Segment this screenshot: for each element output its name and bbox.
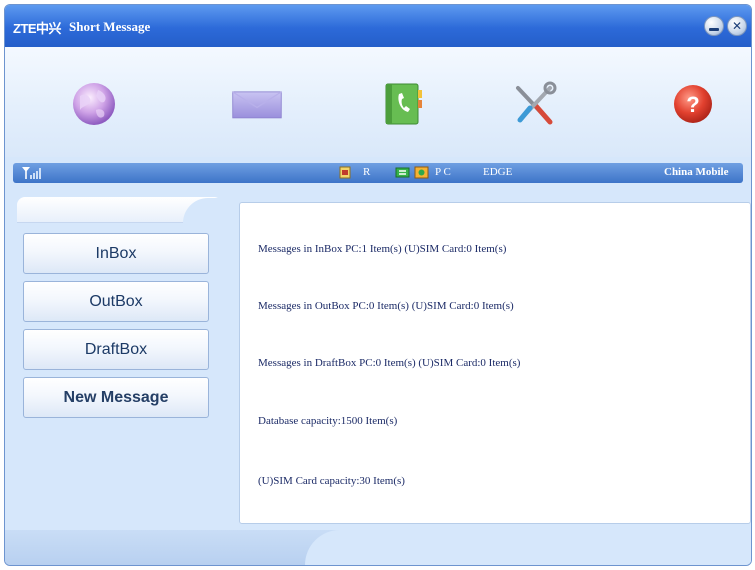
phonebook-icon [385, 83, 422, 125]
draftbox-button[interactable]: DraftBox [23, 329, 209, 370]
connection-icon [395, 167, 410, 178]
minimize-button[interactable] [704, 16, 724, 36]
outbox-button[interactable]: OutBox [23, 281, 209, 322]
inbox-summary: Messages in InBox PC:1 Item(s) (U)SIM Ca… [258, 243, 507, 255]
network-type: EDGE [483, 166, 513, 178]
phonebook-button[interactable] [376, 79, 428, 129]
close-button[interactable]: ✕ [727, 16, 747, 36]
database-capacity: Database capacity:1500 Item(s) [258, 415, 398, 427]
new-message-button[interactable]: New Message [23, 377, 209, 418]
inbox-button[interactable]: InBox [23, 233, 209, 274]
roaming-indicator: R [363, 166, 371, 178]
draftbox-summary: Messages in DraftBox PC:0 Item(s) (U)SIM… [258, 357, 521, 369]
internet-button[interactable] [68, 79, 120, 129]
pc-data-icon [414, 166, 429, 179]
message-envelope-icon [232, 91, 282, 119]
help-button[interactable]: ? [667, 79, 719, 129]
sim-capacity: (U)SIM Card capacity:30 Item(s) [258, 475, 405, 487]
svg-text:?: ? [686, 92, 699, 117]
minimize-icon [709, 28, 719, 31]
help-icon: ? [674, 85, 712, 123]
pc-label: P C [435, 166, 451, 178]
main-toolbar: ? [5, 47, 751, 157]
outbox-summary: Messages in OutBox PC:0 Item(s) (U)SIM C… [258, 300, 514, 312]
app-window: ZTE中兴 Short Message ✕ ? R P C EDGE China… [4, 4, 752, 566]
bottom-band [5, 530, 751, 565]
internet-globe-icon [73, 83, 115, 125]
window-title: Short Message [69, 19, 151, 34]
message-summary-panel: Messages in InBox PC:1 Item(s) (U)SIM Ca… [239, 202, 751, 524]
zte-logo: ZTE中兴 [13, 21, 62, 36]
close-icon: ✕ [731, 19, 743, 33]
left-panel-header [17, 197, 223, 223]
settings-button[interactable] [508, 79, 560, 129]
status-bar: R P C EDGE China Mobile [13, 163, 743, 183]
sim-card-icon [339, 166, 351, 179]
bottom-curve [305, 530, 751, 565]
settings-tools-icon [516, 81, 557, 125]
messages-button[interactable] [231, 79, 283, 129]
title-bar[interactable]: ZTE中兴 Short Message ✕ [5, 5, 751, 47]
operator-name: China Mobile [664, 166, 729, 178]
signal-strength-icon [22, 167, 41, 179]
